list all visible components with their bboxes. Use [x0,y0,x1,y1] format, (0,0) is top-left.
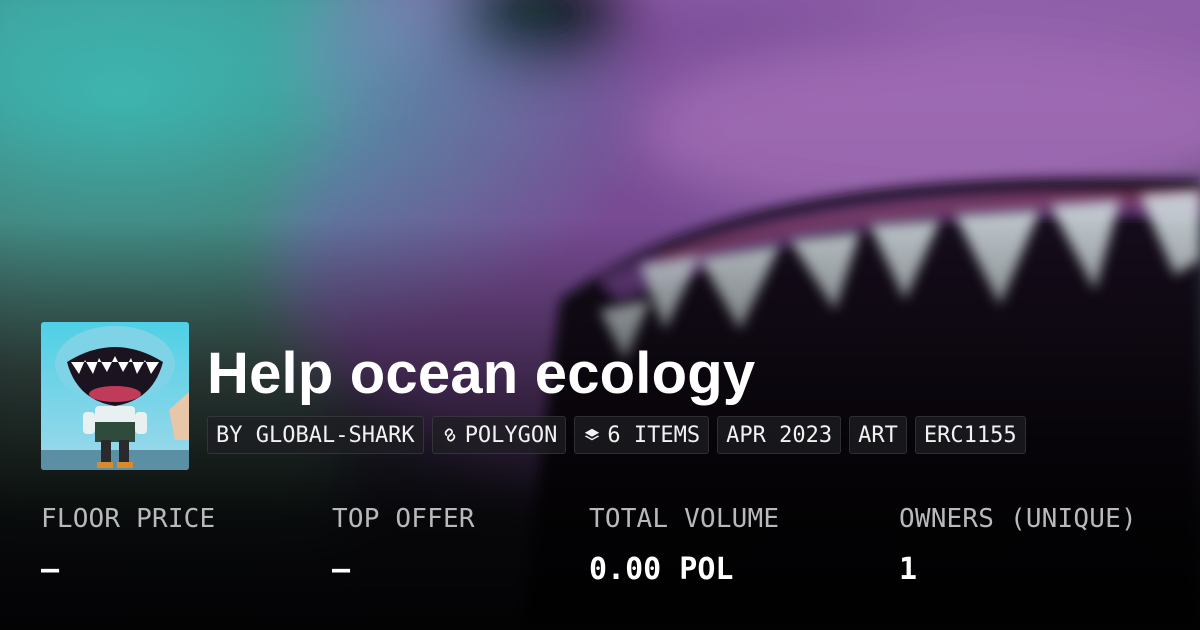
owners-stat: OWNERS (UNIQUE) 1 [899,504,1137,587]
items-count-tag: 6 ITEMS [574,416,710,454]
chain-tag-label: POLYGON [464,422,558,448]
token-standard-tag: ERC1155 [914,416,1026,454]
creator-tag[interactable]: BY GLOBAL-SHARK [207,416,424,454]
collection-tags: BY GLOBAL-SHARK POLYGON 6 ITEMS APR 2023… [207,416,1026,454]
total-volume-label: TOTAL VOLUME [589,504,780,534]
floor-price-label: FLOOR PRICE [41,504,216,534]
token-standard-label: ERC1155 [923,422,1017,448]
polygon-link-icon [441,426,459,444]
owners-value: 1 [899,552,918,587]
collection-thumbnail [41,322,189,470]
owners-label: OWNERS (UNIQUE) [899,504,1137,534]
category-tag-label: ART [858,422,898,448]
layers-icon [583,426,601,444]
total-volume-value: 0.00 POL [589,552,734,587]
creator-tag-label: BY GLOBAL-SHARK [216,422,415,448]
total-volume-stat: TOTAL VOLUME 0.00 POL [589,504,779,587]
created-date-label: APR 2023 [726,422,833,448]
items-count-label: 6 ITEMS [607,422,701,448]
category-tag[interactable]: ART [849,416,907,454]
floor-price-value: – [41,552,60,587]
created-date-tag: APR 2023 [717,416,842,454]
chain-tag[interactable]: POLYGON [431,416,567,454]
top-offer-stat: TOP OFFER – [332,504,475,587]
top-offer-label: TOP OFFER [332,504,475,534]
collection-title: Help ocean ecology [207,341,756,406]
top-offer-value: – [332,552,351,587]
floor-price-stat: FLOOR PRICE – [41,504,215,587]
collection-og-card: Help ocean ecology BY GLOBAL-SHARK POLYG… [0,0,1200,630]
